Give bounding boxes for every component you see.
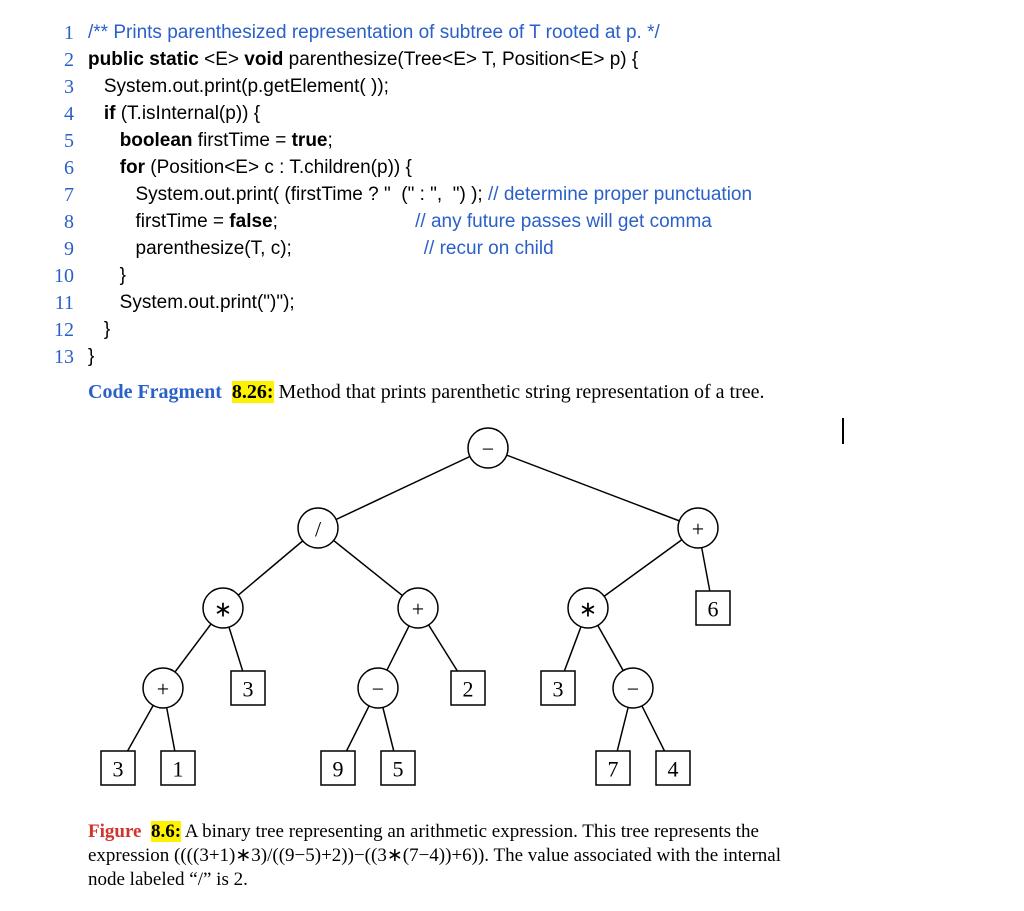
code-line: 13} bbox=[50, 344, 752, 371]
node-label: 9 bbox=[333, 757, 344, 782]
node-label: − bbox=[372, 677, 384, 702]
node-label: 1 bbox=[173, 757, 184, 782]
node-label: 6 bbox=[708, 597, 719, 622]
figure-caption-label: Figure bbox=[88, 821, 141, 842]
tree-edge bbox=[318, 448, 488, 528]
figure-caption-text: A binary tree representing an arithmetic… bbox=[88, 821, 781, 890]
code-content: parenthesize(T, c); // recur on child bbox=[88, 236, 752, 263]
code-line: 4 if (T.isInternal(p)) { bbox=[50, 101, 752, 128]
figure-tree: − / + ∗ + ∗ 6 +3 − 2 3 − 3 1 9 5 7 4 bbox=[88, 418, 974, 808]
node-label: 5 bbox=[393, 757, 404, 782]
code-line: 6 for (Position<E> c : T.children(p)) { bbox=[50, 155, 752, 182]
figure-caption: Figure 8.6: A binary tree representing a… bbox=[88, 820, 808, 891]
line-number: 7 bbox=[50, 182, 88, 209]
line-number: 10 bbox=[50, 263, 88, 290]
code-content: /** Prints parenthesized representation … bbox=[88, 20, 752, 47]
code-line: 12 } bbox=[50, 317, 752, 344]
line-number: 13 bbox=[50, 344, 88, 371]
line-number: 5 bbox=[50, 128, 88, 155]
node-label: 4 bbox=[668, 757, 679, 782]
code-content: } bbox=[88, 263, 752, 290]
code-line: 10 } bbox=[50, 263, 752, 290]
expression-tree-svg: − / + ∗ + ∗ 6 +3 − 2 3 − 3 1 9 5 7 4 bbox=[88, 418, 968, 808]
code-content: for (Position<E> c : T.children(p)) { bbox=[88, 155, 752, 182]
code-content: public static <E> void parenthesize(Tree… bbox=[88, 47, 752, 74]
line-number: 3 bbox=[50, 74, 88, 101]
code-caption: Code Fragment 8.26: Method that prints p… bbox=[88, 381, 974, 404]
figure-caption-number: 8.6: bbox=[151, 821, 181, 842]
code-line: 3 System.out.print(p.getElement( )); bbox=[50, 74, 752, 101]
code-line: 9 parenthesize(T, c); // recur on child bbox=[50, 236, 752, 263]
code-caption-number: 8.26: bbox=[232, 381, 274, 403]
code-caption-text: Method that prints parenthetic string re… bbox=[274, 381, 765, 403]
line-number: 1 bbox=[50, 20, 88, 47]
node-label: 2 bbox=[463, 677, 474, 702]
line-number: 2 bbox=[50, 47, 88, 74]
node-label: + bbox=[692, 517, 704, 542]
node-label: ∗ bbox=[214, 597, 232, 622]
line-number: 11 bbox=[50, 290, 88, 317]
code-line: 5 boolean firstTime = true; bbox=[50, 128, 752, 155]
line-number: 9 bbox=[50, 236, 88, 263]
node-label: ∗ bbox=[579, 597, 597, 622]
code-fragment: 1/** Prints parenthesized representation… bbox=[50, 20, 752, 371]
line-number: 6 bbox=[50, 155, 88, 182]
node-label: − bbox=[482, 437, 494, 462]
node-label: 3 bbox=[243, 677, 254, 702]
code-content: System.out.print( (firstTime ? " (" : ",… bbox=[88, 182, 752, 209]
node-label: 7 bbox=[608, 757, 619, 782]
code-line: 2public static <E> void parenthesize(Tre… bbox=[50, 47, 752, 74]
node-label: / bbox=[315, 517, 322, 542]
code-content: boolean firstTime = true; bbox=[88, 128, 752, 155]
line-number: 12 bbox=[50, 317, 88, 344]
node-label: + bbox=[412, 597, 424, 622]
code-content: firstTime = false; // any future passes … bbox=[88, 209, 752, 236]
code-content: } bbox=[88, 317, 752, 344]
text-cursor bbox=[842, 418, 844, 444]
tree-edge bbox=[488, 448, 698, 528]
code-content: } bbox=[88, 344, 752, 371]
node-label: − bbox=[627, 677, 639, 702]
code-line: 1/** Prints parenthesized representation… bbox=[50, 20, 752, 47]
code-line: 8 firstTime = false; // any future passe… bbox=[50, 209, 752, 236]
node-label: 3 bbox=[553, 677, 564, 702]
code-caption-label: Code Fragment bbox=[88, 381, 222, 403]
code-content: System.out.print(p.getElement( )); bbox=[88, 74, 752, 101]
line-number: 4 bbox=[50, 101, 88, 128]
code-content: System.out.print(")"); bbox=[88, 290, 752, 317]
line-number: 8 bbox=[50, 209, 88, 236]
node-label: + bbox=[157, 677, 169, 702]
code-line: 7 System.out.print( (firstTime ? " (" : … bbox=[50, 182, 752, 209]
code-line: 11 System.out.print(")"); bbox=[50, 290, 752, 317]
node-label: 3 bbox=[113, 757, 124, 782]
code-content: if (T.isInternal(p)) { bbox=[88, 101, 752, 128]
